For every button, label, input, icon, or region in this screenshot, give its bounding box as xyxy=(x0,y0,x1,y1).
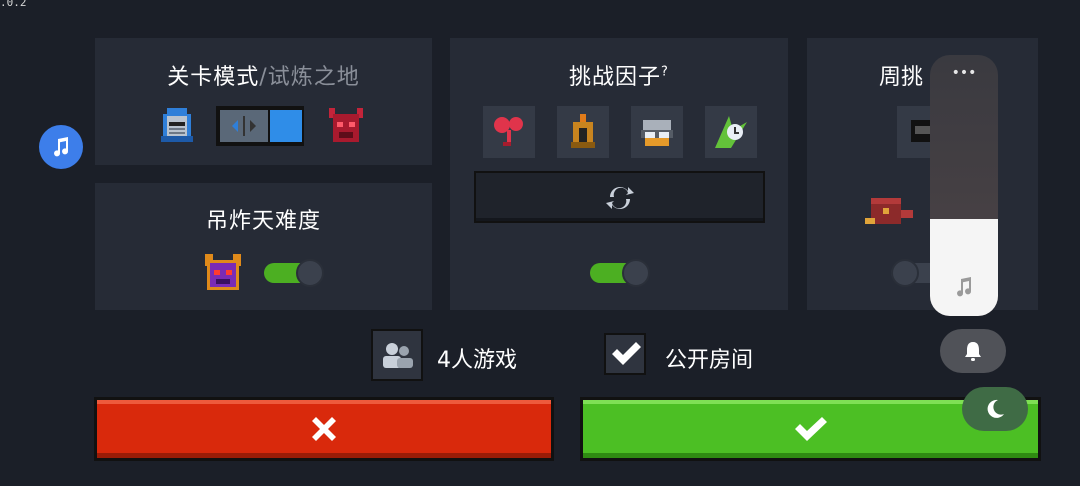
purple-demon-helmet-icon xyxy=(205,254,241,290)
challenge-label: 挑战因子 xyxy=(569,65,662,90)
level-mode-label: 关卡模式 xyxy=(167,65,260,90)
music-note-icon xyxy=(957,277,972,297)
music-note-icon xyxy=(54,137,69,157)
players-icon xyxy=(383,343,413,368)
volume-fill xyxy=(930,219,998,316)
demon-helmet-icon[interactable] xyxy=(327,106,365,146)
separator: / xyxy=(259,65,268,90)
players-label: 4人游戏 xyxy=(437,348,517,373)
challenge-factor-3[interactable] xyxy=(631,106,683,158)
public-room-label: 公开房间 xyxy=(665,348,754,373)
volume-slider[interactable]: ••• xyxy=(930,55,998,316)
version-label: .0.2 xyxy=(0,0,27,9)
more-button[interactable]: ••• xyxy=(930,65,998,81)
help-icon[interactable]: ? xyxy=(661,65,669,80)
toggle-knob xyxy=(891,259,919,287)
public-room-checkbox[interactable] xyxy=(604,333,646,375)
game-settings-screen: .0.2 关卡模式/试炼之地 吊炸天难度 挑战因子? 周挑 4人游戏 公开房间 … xyxy=(0,0,1080,486)
weekly-title: 周挑 xyxy=(879,65,924,90)
challenge-factor-2[interactable] xyxy=(557,106,609,158)
players-button[interactable] xyxy=(371,329,423,381)
music-bubble-button[interactable] xyxy=(39,125,83,169)
spartan-helmet-icon xyxy=(571,114,595,148)
moon-button[interactable] xyxy=(962,387,1028,431)
toggle-knob xyxy=(296,259,324,287)
refresh-icon xyxy=(606,187,634,209)
mode-selector-handle[interactable] xyxy=(220,110,268,142)
red-balloon-icon xyxy=(494,117,523,146)
level-mode-title: 关卡模式/试炼之地 xyxy=(95,59,432,91)
treasure-chest-icon xyxy=(865,198,913,224)
challenge-factor-1[interactable] xyxy=(483,106,535,158)
level-mode-subtitle: 试炼之地 xyxy=(267,65,360,90)
arrows-icon xyxy=(232,116,256,136)
clock-lightning-icon xyxy=(715,116,747,148)
cross-icon xyxy=(312,417,336,441)
challenge-panel: 挑战因子? xyxy=(450,38,788,310)
difficulty-toggle[interactable] xyxy=(264,259,326,287)
challenge-title: 挑战因子? xyxy=(450,59,788,91)
difficulty-title: 吊炸天难度 xyxy=(205,209,321,234)
bell-icon xyxy=(965,342,981,361)
level-mode-panel: 关卡模式/试炼之地 xyxy=(95,38,432,165)
checkmark-icon xyxy=(612,342,641,365)
refresh-challenge-button[interactable] xyxy=(474,171,765,223)
weekly-challenge-panel: 周挑 xyxy=(807,38,1038,310)
toggle-knob xyxy=(622,259,650,287)
mode-selector-track xyxy=(270,110,302,142)
challenge-toggle[interactable] xyxy=(590,259,652,287)
challenge-factor-4[interactable] xyxy=(705,106,757,158)
bell-button[interactable] xyxy=(940,329,1006,373)
moon-icon xyxy=(987,399,1004,418)
cancel-button[interactable] xyxy=(94,397,554,461)
difficulty-panel: 吊炸天难度 xyxy=(95,183,432,310)
goggles-helmet-icon xyxy=(641,120,673,146)
knight-helmet-icon[interactable] xyxy=(159,106,195,146)
check-icon xyxy=(794,417,827,441)
mode-selector-slider[interactable] xyxy=(216,106,304,146)
